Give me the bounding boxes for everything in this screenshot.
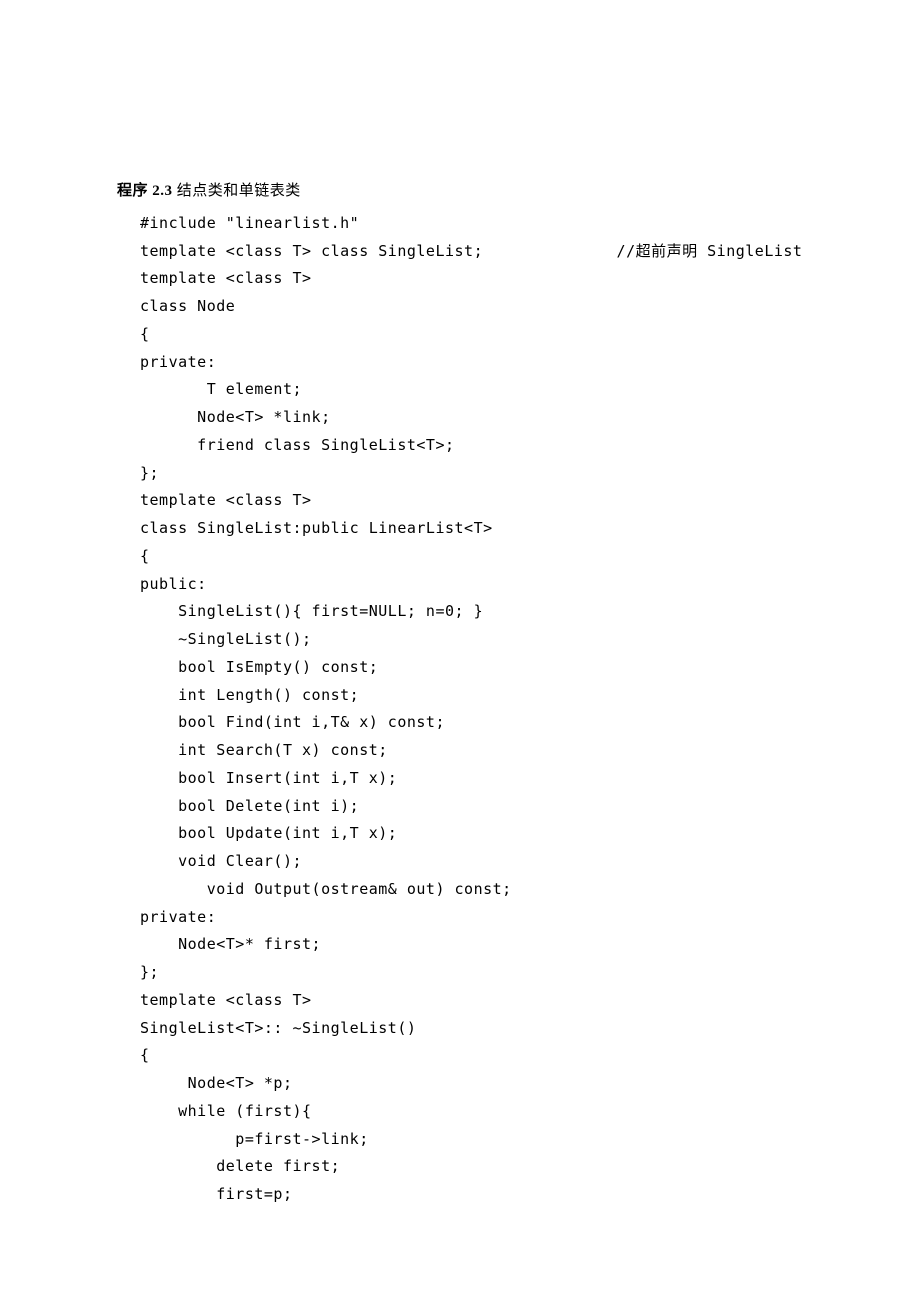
- code-block: #include "linearlist.h" template <class …: [140, 210, 920, 1209]
- document-page: 程序 2.3 结点类和单链表类 #include "linearlist.h" …: [0, 0, 920, 1300]
- section-heading: 程序 2.3 结点类和单链表类: [117, 178, 920, 206]
- heading-label-rest: 结点类和单链表类: [173, 183, 301, 199]
- heading-label-bold: 程序 2.3: [117, 183, 173, 199]
